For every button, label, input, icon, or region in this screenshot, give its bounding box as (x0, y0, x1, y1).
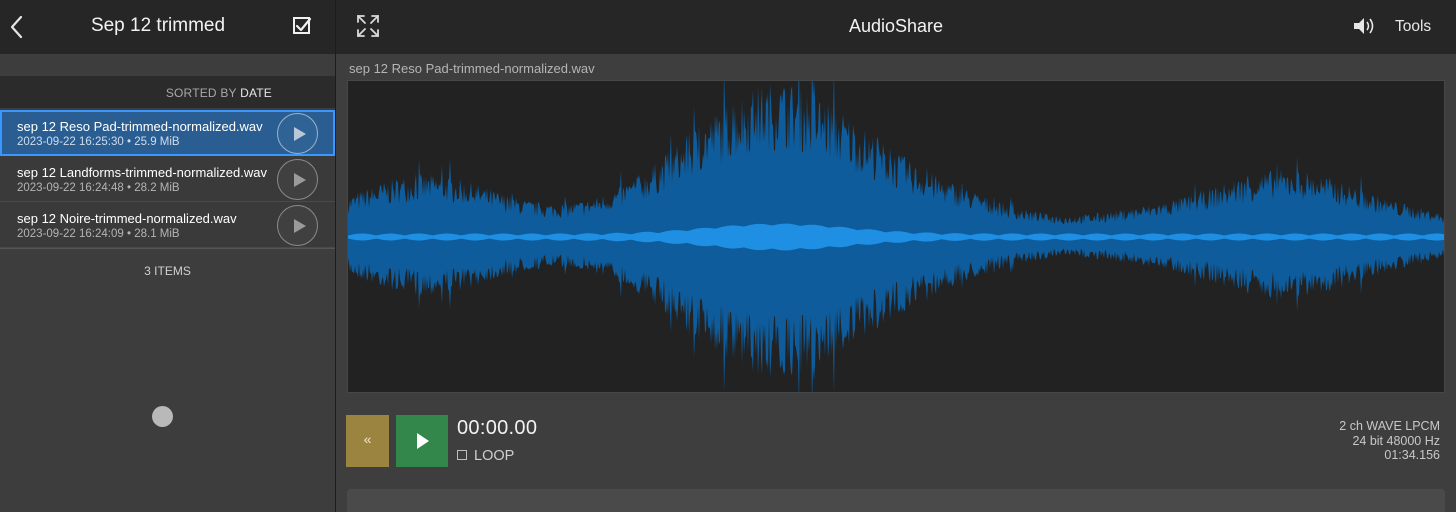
loop-label: LOOP (474, 448, 515, 464)
rewind-button[interactable]: « (346, 415, 389, 467)
loop-checkbox[interactable] (457, 450, 467, 460)
play-icon[interactable] (277, 113, 318, 154)
audio-bitrate: 24 bit 48000 Hz (1352, 433, 1440, 448)
sort-label[interactable]: SORTED BY DATE (166, 86, 272, 100)
bottom-panel (347, 489, 1445, 512)
audio-format: 2 ch WAVE LPCM (1339, 419, 1440, 433)
audio-duration: 01:34.156 (1384, 448, 1440, 462)
file-name: sep 12 Landforms-trimmed-normalized.wav (17, 165, 267, 180)
tools-button[interactable]: Tools (1395, 18, 1431, 36)
time-display: 00:00.00 (457, 417, 538, 439)
scroll-indicator[interactable] (152, 406, 173, 427)
file-row[interactable]: sep 12 Landforms-trimmed-normalized.wav … (0, 156, 335, 202)
sort-prefix: SORTED BY (165, 86, 237, 100)
items-count: 3 ITEMS (144, 264, 191, 278)
rewind-icon: « (363, 431, 372, 447)
file-row[interactable]: sep 12 Noire-trimmed-normalized.wav 2023… (0, 202, 335, 248)
app-header: AudioShare Tools (336, 0, 1456, 54)
play-icon[interactable] (277, 205, 318, 246)
sort-bar[interactable]: SORTED BY DATE (0, 76, 335, 108)
file-meta: 2023-09-22 16:25:30 • 25.9 MiB (17, 136, 180, 148)
file-meta: 2023-09-22 16:24:48 • 28.2 MiB (17, 182, 180, 194)
loop-toggle[interactable]: LOOP (457, 448, 514, 464)
sort-key: DATE (240, 86, 272, 100)
waveform-graphic (348, 51, 1444, 408)
play-button[interactable] (396, 415, 448, 467)
play-icon[interactable] (277, 159, 318, 200)
list-divider (0, 248, 335, 249)
file-row-selected[interactable]: sep 12 Reso Pad-trimmed-normalized.wav 2… (0, 110, 335, 156)
file-browser-panel: Sep 12 trimmed SORTED BY DATE sep 12 Res… (0, 0, 335, 512)
waveform-view[interactable] (347, 51, 1445, 408)
file-meta: 2023-09-22 16:24:09 • 28.1 MiB (17, 228, 180, 240)
current-file-label: sep 12 Reso Pad-trimmed-normalized.wav (349, 61, 595, 76)
file-name: sep 12 Reso Pad-trimmed-normalized.wav (17, 119, 263, 134)
audio-info: 2 ch WAVE LPCM 24 bit 48000 Hz 01:34.156 (1339, 419, 1440, 463)
folder-title: Sep 12 trimmed (90, 15, 226, 36)
file-name: sep 12 Noire-trimmed-normalized.wav (17, 211, 237, 226)
speaker-icon[interactable] (1353, 16, 1377, 36)
file-browser-header: Sep 12 trimmed (0, 0, 335, 54)
checkbox-icon[interactable] (292, 16, 312, 36)
player-panel: AudioShare Tools sep 12 Reso Pad-trimmed… (336, 0, 1456, 512)
app-title: AudioShare (848, 16, 944, 36)
